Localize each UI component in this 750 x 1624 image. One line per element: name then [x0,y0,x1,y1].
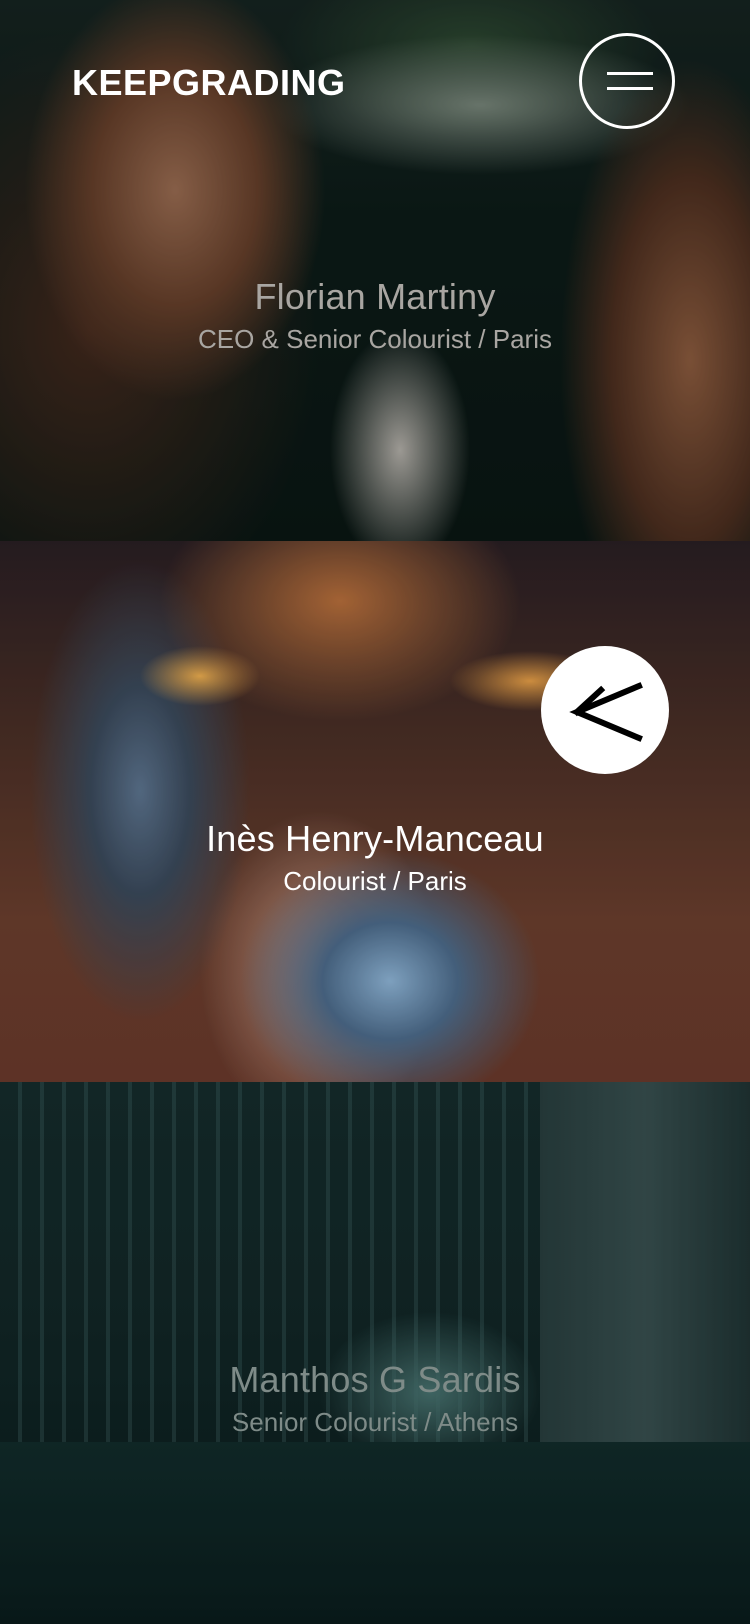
team-card-ines-henry-manceau[interactable]: Inès Henry-Manceau Colourist / Paris [0,541,750,1082]
team-member-role: Colourist / Paris [283,866,467,896]
team-member-name: Florian Martiny [254,276,496,317]
team-card-caption: Florian Martiny CEO & Senior Colourist /… [0,276,750,355]
team-member-role: Senior Colourist / Athens [231,1407,519,1437]
team-member-role: CEO & Senior Colourist / Paris [197,324,552,354]
team-card-caption: Manthos G Sardis Senior Colourist / Athe… [0,1359,750,1438]
menu-button[interactable] [579,33,675,129]
site-logo[interactable]: KEEPGRADING [72,62,346,104]
team-card-manthos-g-sardis[interactable]: Manthos G Sardis Senior Colourist / Athe… [0,1082,750,1624]
team-member-name: Manthos G Sardis [229,1359,521,1400]
team-member-name: Inès Henry-Manceau [206,818,544,859]
open-profile-button[interactable] [541,646,669,774]
arrow-down-left-icon [569,682,643,742]
team-card-caption: Inès Henry-Manceau Colourist / Paris [0,818,750,897]
